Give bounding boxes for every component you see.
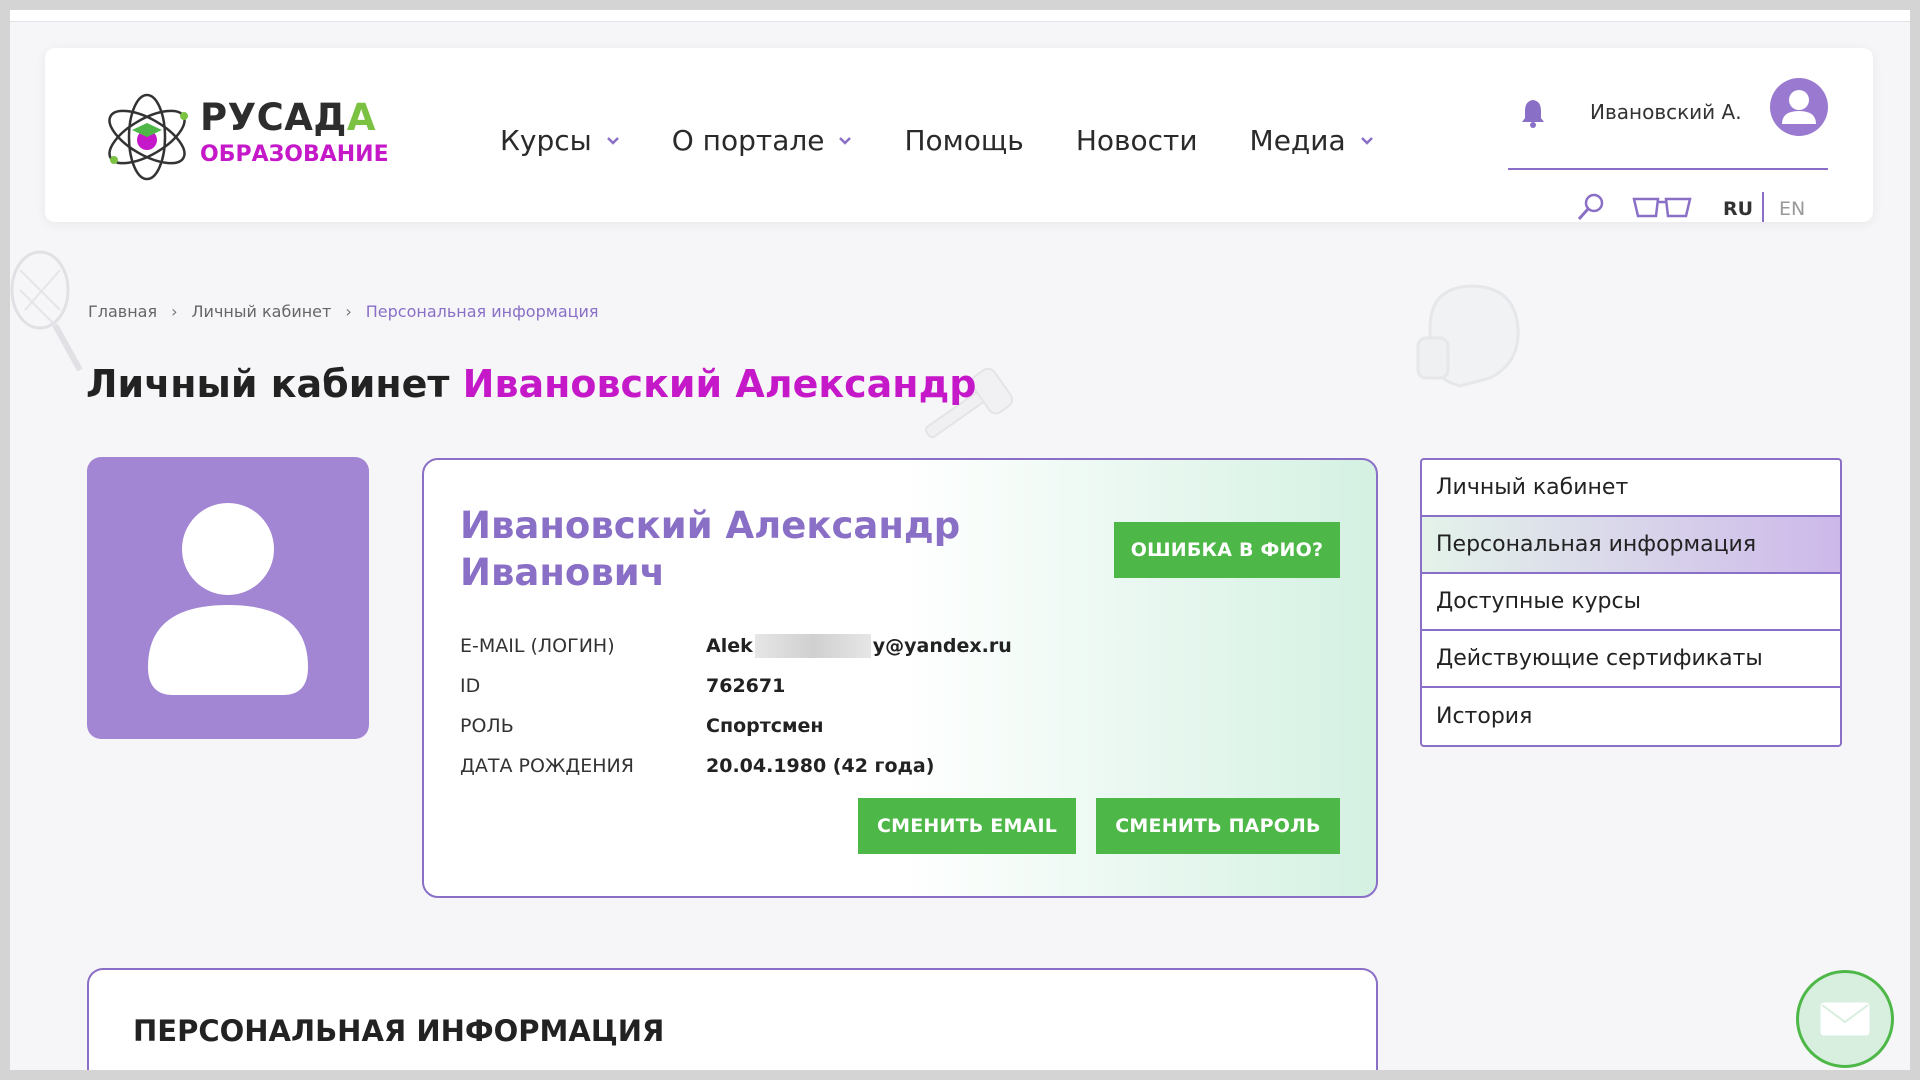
info-row-role: РОЛЬ Спортсмен — [460, 706, 1020, 746]
user-name[interactable]: Ивановский А. — [1590, 100, 1742, 124]
lang-ru-link[interactable]: RU — [1723, 198, 1753, 220]
lang-separator — [1762, 192, 1764, 222]
profile-card: Ивановский Александр Иванович ОШИБКА В Ф… — [422, 458, 1378, 898]
fio-error-button[interactable]: ОШИБКА В ФИО? — [1114, 522, 1340, 578]
info-key-email: E-MAIL (ЛОГИН) — [460, 635, 615, 657]
nav-media[interactable]: Медиа — [1250, 124, 1374, 157]
info-row-birthdate: ДАТА РОЖДЕНИЯ 20.04.1980 (42 года) — [460, 746, 1020, 786]
info-row-id: ID 762671 — [460, 666, 1020, 706]
atom-logo-icon — [108, 93, 188, 181]
personal-info-section: ПЕРСОНАЛЬНАЯ ИНФОРМАЦИЯ — [87, 968, 1378, 1070]
nav-courses-label: Курсы — [500, 124, 592, 157]
nav-about-label: О портале — [671, 124, 825, 157]
nav-news[interactable]: Новости — [1076, 124, 1198, 157]
nav-about[interactable]: О портале — [672, 124, 853, 157]
page-title: Личный кабинет Ивановский Александр — [86, 362, 976, 406]
nav-media-label: Медиа — [1249, 124, 1346, 157]
side-menu-courses[interactable]: Доступные курсы — [1422, 574, 1840, 631]
search-icon[interactable] — [1576, 192, 1606, 222]
info-value-birthdate: 20.04.1980 (42 года) — [706, 755, 935, 777]
side-menu-certificates[interactable]: Действующие сертификаты — [1422, 631, 1840, 688]
breadcrumb: Главная › Личный кабинет › Персональная … — [88, 302, 599, 321]
glasses-icon[interactable] — [1632, 196, 1692, 220]
nav-help-label: Помощь — [904, 124, 1024, 157]
info-key-birthdate: ДАТА РОЖДЕНИЯ — [460, 755, 634, 777]
logo-text-main: РУСАДА — [200, 96, 377, 139]
side-menu-cabinet[interactable]: Личный кабинет — [1422, 460, 1840, 517]
user-avatar-icon[interactable] — [1770, 78, 1828, 136]
profile-info-table: E-MAIL (ЛОГИН) Alek y@yandex.ru ID 76267… — [460, 626, 1020, 786]
logo-text-sub: ОБРАЗОВАНИЕ — [200, 142, 389, 167]
page-title-prefix: Личный кабинет — [86, 362, 450, 406]
chevron-down-icon — [1360, 136, 1373, 145]
nav-news-label: Новости — [1075, 124, 1198, 157]
breadcrumb-home[interactable]: Главная — [88, 302, 157, 321]
lang-en-link[interactable]: EN — [1779, 198, 1805, 220]
breadcrumb-separator: › — [171, 302, 178, 321]
bell-icon[interactable] — [1520, 98, 1546, 128]
info-key-role: РОЛЬ — [460, 715, 514, 737]
profile-avatar[interactable] — [87, 457, 369, 739]
boxing-glove-doodle-icon — [1416, 284, 1520, 388]
breadcrumb-cabinet[interactable]: Личный кабинет — [192, 302, 332, 321]
chevron-down-icon — [606, 136, 619, 145]
side-menu-history[interactable]: История — [1422, 688, 1840, 745]
info-row-email: E-MAIL (ЛОГИН) Alek y@yandex.ru — [460, 626, 1020, 666]
mail-icon — [1820, 1002, 1870, 1036]
user-avatar-icon — [148, 503, 308, 695]
site-header: РУСАДА ОБРАЗОВАНИЕ Курсы О портале Помощ… — [45, 48, 1873, 222]
page-title-name: Ивановский Александр — [462, 362, 977, 406]
change-email-button[interactable]: СМЕНИТЬ EMAIL — [858, 798, 1076, 854]
info-key-id: ID — [460, 675, 481, 697]
email-end: y@yandex.ru — [872, 635, 1012, 657]
profile-full-name: Ивановский Александр Иванович — [460, 504, 961, 594]
site-logo[interactable]: РУСАДА ОБРАЗОВАНИЕ — [100, 90, 390, 184]
email-redaction — [754, 634, 871, 658]
info-value-role: Спортсмен — [706, 715, 824, 737]
side-menu: Личный кабинет Персональная информация Д… — [1420, 458, 1842, 747]
feedback-mail-button[interactable] — [1796, 970, 1894, 1068]
email-start: Alek — [706, 635, 753, 657]
user-zone: Ивановский А. RU EN — [1508, 68, 1828, 222]
info-value-email: Alek y@yandex.ru — [706, 634, 1012, 658]
section-title: ПЕРСОНАЛЬНАЯ ИНФОРМАЦИЯ — [133, 1014, 665, 1048]
info-value-id: 762671 — [706, 675, 786, 697]
change-password-button[interactable]: СМЕНИТЬ ПАРОЛЬ — [1096, 798, 1340, 854]
chevron-down-icon — [839, 136, 852, 145]
breadcrumb-current: Персональная информация — [365, 302, 599, 321]
breadcrumb-separator: › — [345, 302, 352, 321]
user-zone-divider — [1508, 168, 1828, 170]
side-menu-personal-info[interactable]: Персональная информация — [1422, 517, 1840, 574]
browser-top-strip — [10, 10, 1910, 22]
page: РУСАДА ОБРАЗОВАНИЕ Курсы О портале Помощ… — [10, 10, 1910, 1070]
nav-help[interactable]: Помощь — [904, 124, 1023, 157]
nav-courses[interactable]: Курсы — [500, 124, 620, 157]
badminton-doodle-icon — [10, 250, 83, 372]
main-nav: Курсы О портале Помощь Новости Медиа — [500, 124, 1426, 157]
